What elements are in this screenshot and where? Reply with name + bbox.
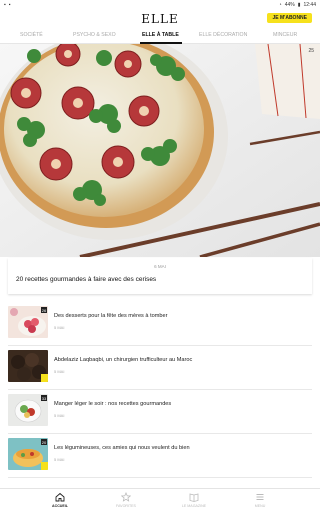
nav-favorites-label: FAVORITES — [116, 504, 136, 508]
status-right: ◔ 44% ▮ 12:44 — [279, 2, 316, 8]
article-date: 5 MAI — [54, 325, 65, 330]
tab-minceur[interactable]: MINCEUR — [273, 32, 297, 38]
status-left: ▪ ▪ — [4, 2, 11, 8]
list-item[interactable]: 20 Les légumineuses, ces amies qui nous … — [0, 434, 320, 478]
article-title[interactable]: Les légumineuses, ces amies qui nous veu… — [54, 445, 304, 451]
wifi-icon: ◔ — [278, 2, 282, 8]
article-date: 5 MAI — [54, 369, 65, 374]
nav-magazine[interactable]: LE MAGAZINE — [174, 492, 214, 508]
light-dinner-thumbnail-image: 33 — [8, 394, 48, 426]
nav-favorites[interactable]: FAVORITES — [106, 492, 146, 508]
featured-article-card[interactable]: 6 MAI 20 recettes gourmandes à faire ave… — [8, 258, 312, 294]
clock: 12:44 — [303, 2, 316, 8]
battery-icon: ▮ — [297, 2, 301, 8]
app-header: ELLE JE M'ABONNE — [0, 10, 320, 28]
featured-article-title[interactable]: 20 recettes gourmandes à faire avec des … — [16, 276, 156, 283]
svg-text:33: 33 — [42, 396, 47, 401]
article-thumbnail[interactable]: 20 — [8, 438, 48, 470]
article-date: 5 MAI — [54, 413, 65, 418]
list-item[interactable]: 26 Des desserts pour la fête des mères à… — [0, 302, 320, 346]
bottom-navigation: ACCUEIL FAVORITES LE MAGAZINE MENU — [0, 488, 320, 512]
tab-societe[interactable]: SOCIÉTÉ — [20, 32, 43, 38]
star-icon — [121, 492, 131, 502]
subscribe-button[interactable]: JE M'ABONNE — [267, 13, 312, 23]
nav-menu-label: MENU — [254, 504, 266, 508]
divider — [8, 477, 312, 478]
article-title[interactable]: Manger léger le soir : nos recettes gour… — [54, 401, 304, 407]
svg-text:20: 20 — [42, 440, 47, 445]
list-item[interactable]: 33 Manger léger le soir : nos recettes g… — [0, 390, 320, 434]
truffle-thumbnail-image — [8, 350, 48, 382]
hero-image[interactable]: 25 — [0, 44, 320, 257]
dessert-thumbnail-image: 26 — [8, 306, 48, 338]
home-icon — [55, 492, 65, 502]
list-item[interactable]: Abdelaziz Laqbaqbi, un chirurgien truffi… — [0, 346, 320, 390]
tab-psycho-sexo[interactable]: PSYCHO & SEXO — [73, 32, 116, 38]
notification-icon: ▪ — [4, 2, 6, 8]
nav-home-label: ACCUEIL — [52, 504, 68, 508]
menu-icon — [256, 494, 264, 500]
tab-elle-a-table[interactable]: ELLE À TABLE — [142, 32, 179, 38]
status-bar: ▪ ▪ ◔ 44% ▮ 12:44 — [0, 0, 320, 10]
category-tabs: SOCIÉTÉ PSYCHO & SEXO ELLE À TABLE ELLE … — [0, 28, 320, 44]
featured-article-date: 6 MAI — [154, 264, 166, 269]
article-title[interactable]: Abdelaziz Laqbaqbi, un chirurgien truffi… — [54, 357, 304, 363]
nav-menu[interactable]: MENU — [240, 492, 280, 508]
photo-count-badge: 25 — [308, 48, 314, 54]
article-thumbnail[interactable]: 26 — [8, 306, 48, 338]
nav-magazine-label: LE MAGAZINE — [181, 504, 207, 508]
magazine-icon — [189, 493, 199, 502]
battery-percent: 44% — [284, 2, 295, 8]
cherry-tart-illustration — [0, 44, 320, 257]
article-date: 5 MAI — [54, 457, 65, 462]
legumes-thumbnail-image: 20 — [8, 438, 48, 470]
article-thumbnail[interactable]: 33 — [8, 394, 48, 426]
nav-home[interactable]: ACCUEIL — [40, 492, 80, 508]
tab-elle-decoration[interactable]: ELLE DÉCORATION — [199, 32, 247, 38]
article-title[interactable]: Des desserts pour la fête des mères à to… — [54, 313, 304, 319]
notification-icon: ▪ — [8, 2, 11, 8]
svg-text:26: 26 — [42, 308, 47, 313]
article-thumbnail[interactable] — [8, 350, 48, 382]
